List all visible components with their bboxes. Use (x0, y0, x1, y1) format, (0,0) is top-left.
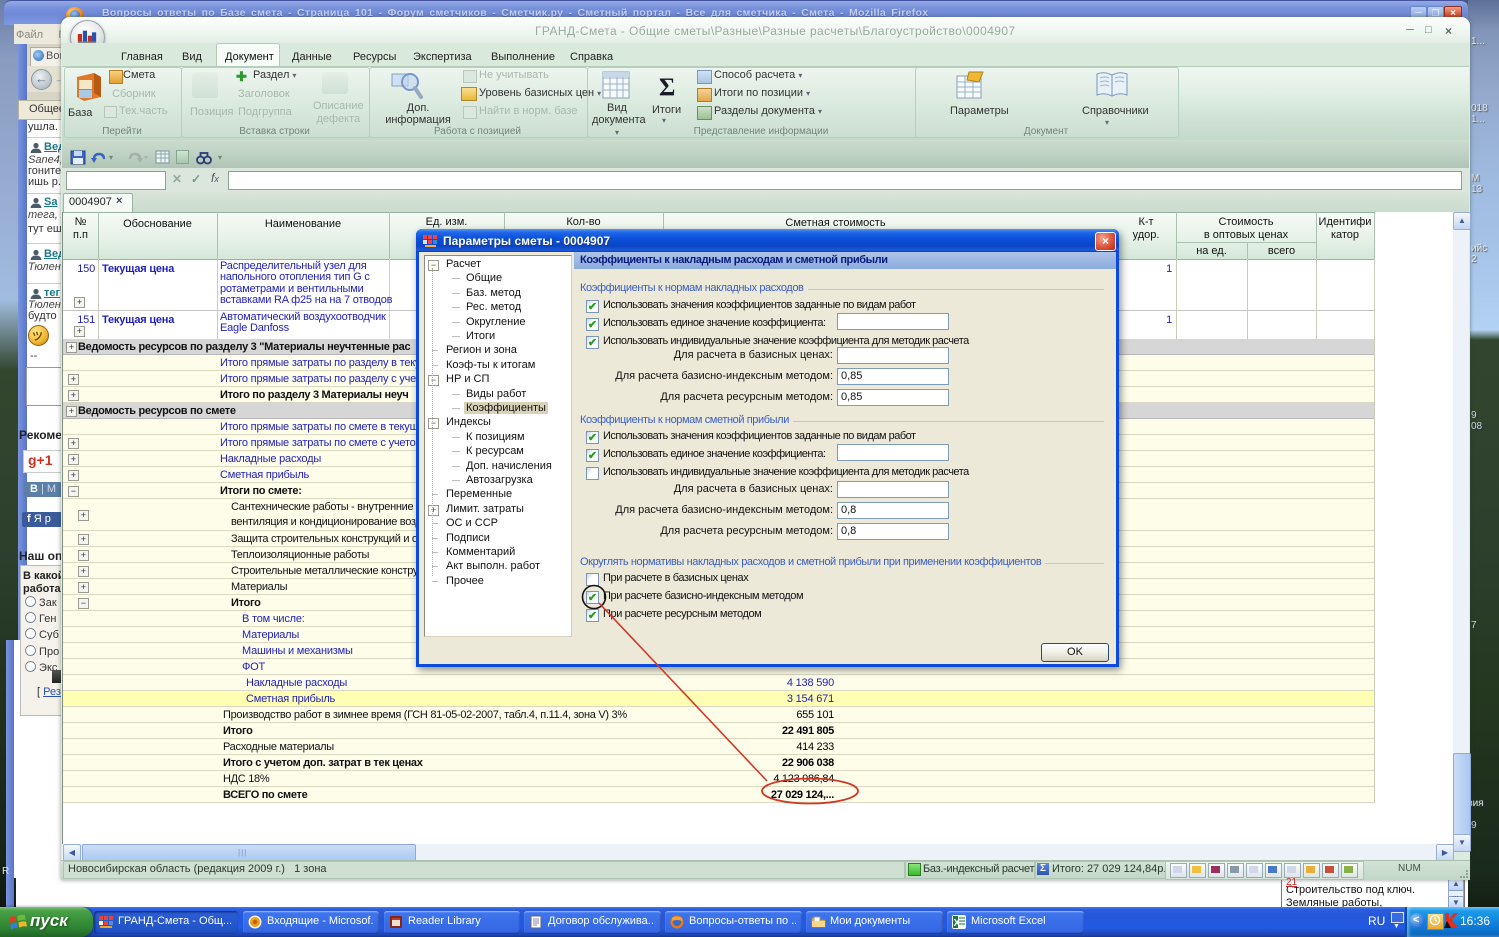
svg-text:X: X (954, 918, 961, 929)
